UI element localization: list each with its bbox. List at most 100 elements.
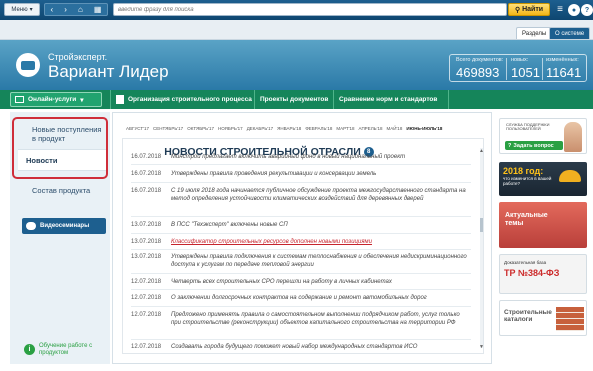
month-link[interactable]: ОКТЯБРЬ'17	[187, 126, 214, 131]
scroll-down-icon[interactable]: ▼	[479, 344, 484, 350]
menu-button[interactable]: Меню ▾	[4, 3, 40, 16]
online-services-label: Онлайн-услуги	[28, 96, 77, 103]
month-link[interactable]: МАРТ'18	[336, 126, 354, 131]
learn-link[interactable]: i Обучение работе с продуктом	[24, 343, 99, 356]
news-text-link[interactable]: Классификатор строительных ресурсов допо…	[171, 239, 471, 247]
help-icon[interactable]: ?	[581, 4, 593, 16]
news-date: 13.07.2018	[131, 239, 162, 245]
news-text[interactable]: О заключении долгосрочных контрактов на …	[171, 295, 471, 303]
stat-changed-label: изменённых:	[546, 57, 579, 63]
news-text[interactable]: Предложено применять правила о самостоят…	[171, 312, 471, 327]
month-filter: АВГУСТ'17 СЕНТЯБРЬ'17 ОКТЯБРЬ'17 НОЯБРЬ'17 Д…	[126, 126, 442, 131]
news-row[interactable]: 13.07.2018 Классификатор строительных рес…	[131, 239, 471, 247]
tab-sections[interactable]: Разделы	[516, 27, 553, 39]
sidebar-item-composition[interactable]: Состав продукта	[26, 183, 106, 197]
search-input[interactable]	[114, 4, 506, 15]
nav-projects[interactable]: Проекты документов	[254, 90, 332, 109]
document-stats: Всего документов: 469893 новых: 1051 изм…	[449, 54, 587, 82]
actual-topics-label: Актуальные темы	[505, 212, 548, 228]
stat-changed-value: 11641	[546, 65, 582, 80]
forward-arrow-icon[interactable]: ›	[64, 5, 67, 14]
find-button[interactable]: ⚲ Найти	[508, 3, 550, 16]
ask-question-button[interactable]: ? Задать вопрос	[505, 141, 563, 150]
navigation-buttons: ‹ › ⌂ ▦	[44, 3, 108, 16]
home-icon[interactable]: ⌂	[78, 5, 83, 14]
month-link[interactable]: ФЕВРАЛЬ'18	[305, 126, 332, 131]
month-link[interactable]: ЯНВАРЬ'18	[277, 126, 301, 131]
row-separator	[131, 233, 471, 234]
back-arrow-icon[interactable]: ‹	[51, 5, 54, 14]
nav-organization-label: Организация строительного процесса	[128, 96, 252, 103]
nav-organization[interactable]: Организация строительного процесса	[110, 90, 253, 109]
stat-new-value: 1051	[511, 65, 540, 80]
news-date: 12.07.2018	[131, 344, 162, 350]
row-separator	[131, 249, 471, 250]
month-link[interactable]: АПРЕЛЬ'18	[359, 126, 383, 131]
news-row[interactable]: 16.07.2018 Утверждены правила проведения …	[131, 171, 471, 179]
monitor-icon	[15, 96, 24, 103]
news-row[interactable]: 13.07.2018 Утверждены правила подключения…	[131, 254, 471, 269]
news-row[interactable]: 12.07.2018 Предложено применять правила о…	[131, 312, 471, 327]
stat-new-label: новых:	[511, 57, 529, 63]
year-subtitle: что изменится в вашей работе?	[503, 176, 552, 186]
tab-about-system[interactable]: О системе	[549, 27, 591, 39]
year-2018-banner[interactable]: 2018 год: что изменится в вашей работе?	[499, 162, 587, 196]
news-text[interactable]: Создавать города будущего поможет новый …	[171, 344, 471, 352]
hard-hat-icon	[559, 170, 581, 182]
chevron-down-icon: ▾	[80, 96, 84, 104]
online-services-button[interactable]: Онлайн-услуги ▾	[10, 92, 102, 107]
bricks-image	[556, 307, 584, 331]
month-link[interactable]: СЕНТЯБРЬ'17	[153, 126, 183, 131]
product-title: Вариант Лидер	[48, 62, 169, 81]
scrollbar-thumb[interactable]	[480, 218, 483, 232]
news-date: 12.07.2018	[131, 279, 162, 285]
month-link[interactable]: НОЯБРЬ'17	[218, 126, 243, 131]
main-nav: Онлайн-услуги ▾ Организация строительног…	[0, 90, 593, 109]
news-row[interactable]: 12.07.2018 Четверть всех строительных СРО…	[131, 279, 471, 287]
actual-topics-banner[interactable]: Актуальные темы	[499, 202, 587, 248]
feed-scrollbar[interactable]	[480, 148, 483, 348]
month-link[interactable]: МАЙ'18	[386, 126, 402, 131]
webinars-label: Видеосеминары	[40, 223, 90, 229]
news-text[interactable]: В ПСС "Техэксперт" включены новые СП	[171, 222, 471, 230]
news-text[interactable]: Утверждены правила проведения рекультива…	[171, 171, 471, 179]
chevron-down-icon: ▾	[29, 7, 33, 13]
news-row[interactable]: 13.07.2018 В ПСС "Техэксперт" включены но…	[131, 222, 471, 230]
news-date: 16.07.2018	[131, 171, 162, 177]
hamburger-menu-icon[interactable]: ≡	[553, 3, 567, 16]
stat-divider	[506, 58, 507, 80]
month-link[interactable]: ДЕКАБРЬ'17	[247, 126, 273, 131]
stat-total-value: 469893	[456, 65, 500, 80]
year-title: 2018 год:	[503, 166, 544, 176]
news-row[interactable]: 12.07.2018 О заключении долгосрочных конт…	[131, 295, 471, 303]
news-row[interactable]: 16.07.2018 С 19 июля 2018 года начинается…	[131, 188, 471, 203]
month-link[interactable]: АВГУСТ'17	[126, 126, 149, 131]
search-box	[113, 3, 507, 16]
user-icon[interactable]: ●	[568, 4, 580, 16]
news-text[interactable]: Утверждены правила подключения к система…	[171, 254, 471, 269]
scroll-up-icon[interactable]: ▲	[479, 148, 484, 154]
news-row[interactable]: 16.07.2018 Минстрой предлагает включить а…	[131, 154, 471, 162]
tr-label: ТР №384-ФЗ	[504, 268, 560, 278]
month-link-active[interactable]: ИЮНЬ-ИЮЛЬ'18	[406, 126, 442, 131]
news-text[interactable]: Четверть всех строительных СРО перешли н…	[171, 279, 471, 287]
webinars-button[interactable]: Видеосеминары	[22, 218, 106, 234]
news-text[interactable]: Минстрой предлагает включить аварийный ф…	[171, 154, 471, 162]
nav-compare[interactable]: Сравнение норм и стандартов	[333, 90, 449, 109]
news-row[interactable]: 12.07.2018 Создавать города будущего помо…	[131, 344, 471, 352]
top-toolbar: Меню ▾ ‹ › ⌂ ▦ ⚲ Найти ≡ ● ?	[0, 0, 593, 20]
grid-icon[interactable]: ▦	[94, 5, 102, 14]
product-header: Стройэксперт. Вариант Лидер Всего докуме…	[0, 40, 593, 90]
evidence-base-banner[interactable]: Доказательная база ТР №384-ФЗ	[499, 254, 587, 294]
ask-question-label: Задать вопрос	[513, 142, 554, 149]
row-separator	[131, 289, 471, 290]
catalogs-banner[interactable]: Строительные каталоги	[499, 300, 587, 336]
question-icon: ?	[508, 142, 512, 149]
news-text[interactable]: С 19 июля 2018 года начинается публичное…	[171, 188, 471, 203]
row-separator	[131, 273, 471, 274]
catalogs-label: Строительные каталоги	[504, 309, 552, 324]
support-banner[interactable]: СЛУЖБА ПОДДЕРЖКИ ПОЛЬЗОВАТЕЛЕЙ ? Задать …	[499, 118, 587, 154]
stat-total-label: Всего документов:	[456, 57, 504, 63]
row-separator	[131, 339, 471, 340]
info-icon: i	[24, 344, 35, 356]
